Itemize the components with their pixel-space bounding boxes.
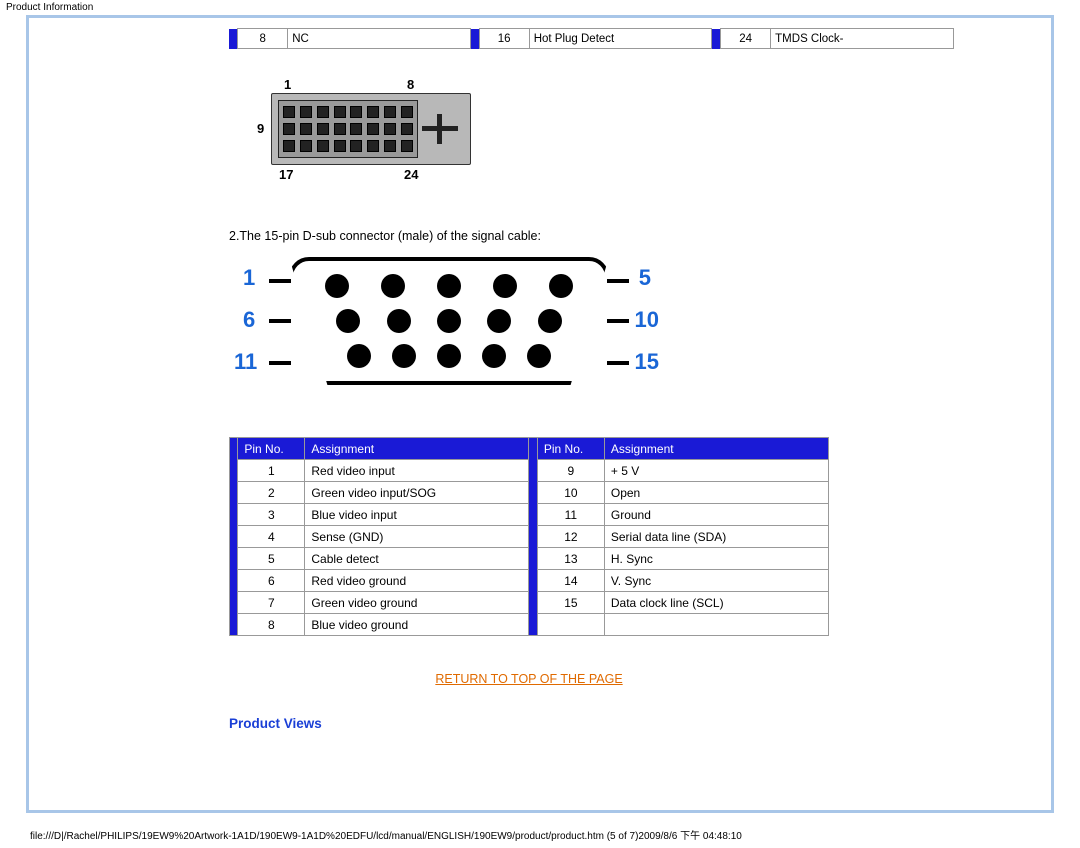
cell-assign-nc: NC <box>288 29 471 49</box>
table-cell-assignment: Sense (GND) <box>305 526 529 548</box>
dvi-label-24: 24 <box>404 167 418 182</box>
table-cell-pin: 10 <box>537 482 604 504</box>
table-cell-assignment: Red video ground <box>305 570 529 592</box>
vga-label-1: 1 <box>243 265 255 291</box>
vga-label-15: 15 <box>635 349 659 375</box>
vga-label-11: 11 <box>234 349 257 375</box>
vga-label-6: 6 <box>243 307 255 333</box>
table-cell-pin: 2 <box>238 482 305 504</box>
table-cell-pin: 9 <box>537 460 604 482</box>
table-cell-assignment: Cable detect <box>305 548 529 570</box>
cell-pin-24: 24 <box>721 29 771 49</box>
dvi-label-8: 8 <box>407 77 414 92</box>
vga-label-5: 5 <box>639 265 651 291</box>
table-cell-pin: 13 <box>537 548 604 570</box>
dvi-shell-icon <box>271 93 471 165</box>
page-header: Product Information <box>0 0 1080 15</box>
table-cell-pin: 3 <box>238 504 305 526</box>
table-cell-empty <box>604 614 828 636</box>
table-cell-assignment: + 5 V <box>604 460 828 482</box>
table-cell-assignment: Serial data line (SDA) <box>604 526 828 548</box>
product-views-heading: Product Views <box>229 716 959 731</box>
table-cell-assignment: Data clock line (SCL) <box>604 592 828 614</box>
cell-pin-16: 16 <box>479 29 529 49</box>
table-cell-assignment: V. Sync <box>604 570 828 592</box>
table-cell-pin: 7 <box>238 592 305 614</box>
table-cell-assignment: Green video input/SOG <box>305 482 529 504</box>
document-frame: 8 NC 16 Hot Plug Detect 24 TMDS Clock- 1… <box>26 15 1054 813</box>
col-assignment-left: Assignment <box>305 438 529 460</box>
table-cell-pin: 1 <box>238 460 305 482</box>
table-cell-pin: 6 <box>238 570 305 592</box>
table-cell-assignment: Open <box>604 482 828 504</box>
vga-shell-icon <box>289 257 609 385</box>
col-assignment-right: Assignment <box>604 438 828 460</box>
col-pin-no-right: Pin No. <box>537 438 604 460</box>
table-cell-pin: 15 <box>537 592 604 614</box>
table-cell-empty <box>537 614 604 636</box>
cell-assign-hotplug: Hot Plug Detect <box>529 29 712 49</box>
dvi-label-9: 9 <box>257 121 264 136</box>
dsub-description: 2.The 15-pin D-sub connector (male) of t… <box>229 229 959 243</box>
cell-assign-tmds: TMDS Clock- <box>771 29 954 49</box>
table-cell-assignment: Red video input <box>305 460 529 482</box>
vga-pin-table: Pin No. Assignment Pin No. Assignment 1R… <box>229 437 829 636</box>
table-cell-assignment: Blue video ground <box>305 614 529 636</box>
table-cell-pin: 8 <box>238 614 305 636</box>
table-cell-pin: 12 <box>537 526 604 548</box>
dvi-label-1: 1 <box>284 77 291 92</box>
document-content: 8 NC 16 Hot Plug Detect 24 TMDS Clock- 1… <box>229 28 959 731</box>
table-cell-assignment: Green video ground <box>305 592 529 614</box>
col-pin-no-left: Pin No. <box>238 438 305 460</box>
table-cell-pin: 11 <box>537 504 604 526</box>
table-cell-assignment: H. Sync <box>604 548 828 570</box>
vga-connector-diagram: 1 6 11 5 10 15 <box>229 257 659 397</box>
dvi-blade-icon <box>422 114 458 144</box>
vga-label-10: 10 <box>635 307 659 333</box>
table-cell-assignment: Blue video input <box>305 504 529 526</box>
dvi-pin-table-fragment: 8 NC 16 Hot Plug Detect 24 TMDS Clock- <box>229 28 954 49</box>
file-path-footer: file:///D|/Rachel/PHILIPS/19EW9%20Artwor… <box>30 827 742 842</box>
table-cell-assignment: Ground <box>604 504 828 526</box>
dvi-connector-diagram: 1 8 9 17 24 <box>229 79 489 189</box>
cell-pin-8: 8 <box>238 29 288 49</box>
return-to-top-link[interactable]: RETURN TO TOP OF THE PAGE <box>229 672 829 686</box>
dvi-pinbox-icon <box>278 100 418 158</box>
table-cell-pin: 4 <box>238 526 305 548</box>
dvi-label-17: 17 <box>279 167 293 182</box>
table-cell-pin: 14 <box>537 570 604 592</box>
table-cell-pin: 5 <box>238 548 305 570</box>
